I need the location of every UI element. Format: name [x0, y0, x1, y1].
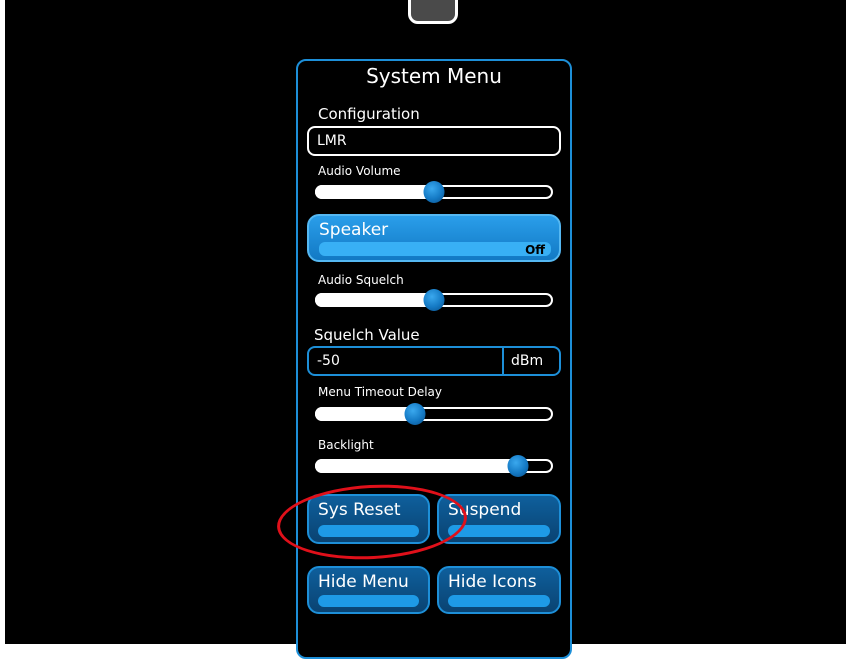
squelch-value-label: Squelch Value	[314, 326, 420, 344]
audio-squelch-thumb[interactable]	[423, 289, 445, 311]
suspend-bar	[448, 525, 550, 537]
audio-volume-fill	[315, 185, 434, 199]
squelch-value: -50	[317, 353, 340, 369]
audio-volume-thumb[interactable]	[423, 181, 445, 203]
audio-squelch-slider[interactable]	[315, 289, 553, 311]
speaker-toggle[interactable]: Speaker Off	[307, 214, 561, 262]
squelch-value-field[interactable]: -50 dBm	[307, 346, 561, 376]
menu-timeout-fill	[315, 407, 416, 421]
unit-divider	[502, 346, 504, 376]
backlight-thumb[interactable]	[507, 455, 529, 477]
backlight-slider[interactable]	[315, 455, 553, 477]
hide-icons-button[interactable]: Hide Icons	[437, 566, 561, 614]
sys-reset-label: Sys Reset	[318, 500, 401, 520]
speaker-state: Off	[525, 243, 545, 257]
panel-title: System Menu	[366, 64, 502, 88]
hide-icons-bar	[448, 595, 550, 607]
squelch-unit: dBm	[511, 353, 544, 369]
menu-timeout-slider[interactable]	[315, 403, 553, 425]
menu-timeout-label: Menu Timeout Delay	[318, 385, 443, 399]
sys-reset-button[interactable]: Sys Reset	[307, 494, 430, 544]
hide-menu-button[interactable]: Hide Menu	[307, 566, 430, 614]
hide-menu-label: Hide Menu	[318, 572, 409, 592]
suspend-label: Suspend	[448, 500, 522, 520]
audio-volume-label: Audio Volume	[318, 164, 401, 178]
configuration-label: Configuration	[318, 105, 420, 123]
backlight-fill	[315, 459, 519, 473]
top-pull-tab[interactable]	[408, 0, 458, 24]
audio-squelch-fill	[315, 293, 434, 307]
speaker-state-bar	[319, 242, 551, 256]
hide-menu-bar	[318, 595, 419, 607]
configuration-value: LMR	[317, 133, 347, 149]
backlight-label: Backlight	[318, 438, 374, 452]
suspend-button[interactable]: Suspend	[437, 494, 561, 544]
speaker-label: Speaker	[319, 220, 389, 240]
sys-reset-bar	[318, 525, 419, 537]
audio-volume-slider[interactable]	[315, 181, 553, 203]
audio-squelch-label: Audio Squelch	[318, 273, 404, 287]
configuration-field[interactable]: LMR	[307, 126, 561, 156]
hide-icons-label: Hide Icons	[448, 572, 537, 592]
menu-timeout-thumb[interactable]	[404, 403, 426, 425]
